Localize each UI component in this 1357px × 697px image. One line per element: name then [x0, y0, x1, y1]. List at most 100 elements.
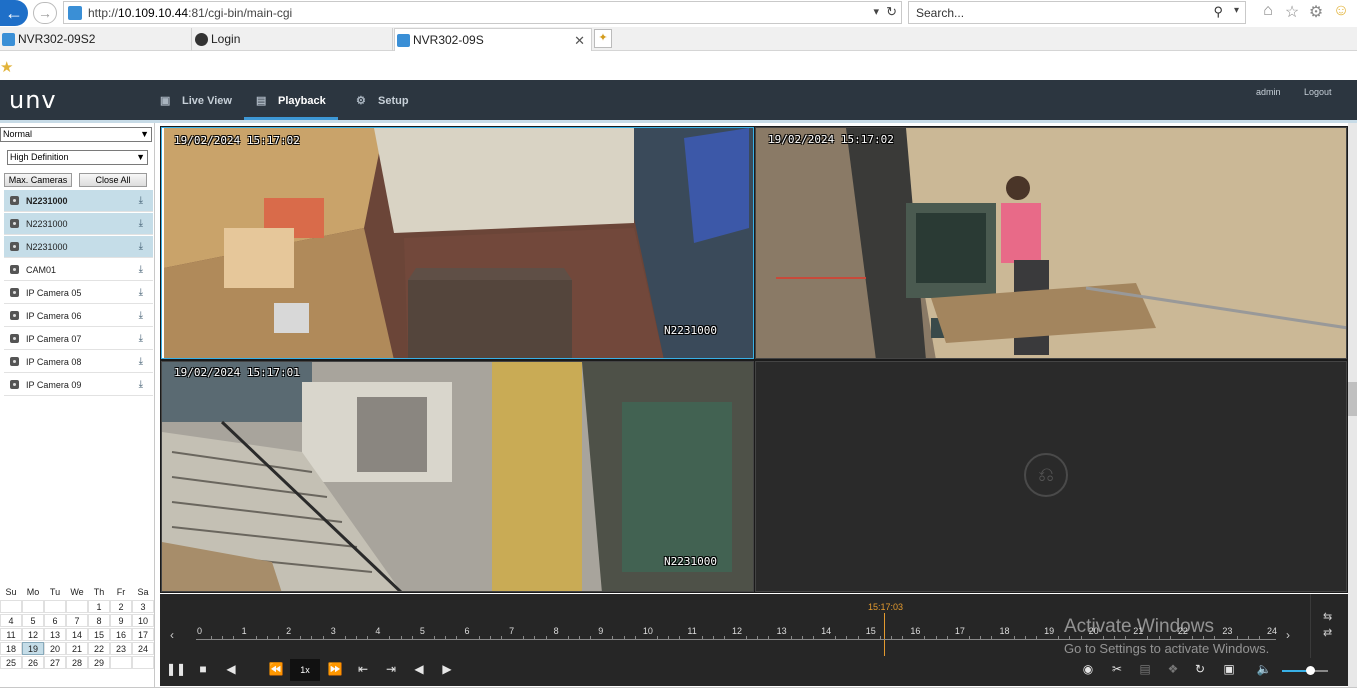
camera-list-item[interactable]: IP Camera 05 ⤓ [4, 282, 153, 304]
stop-icon[interactable]: ■ [194, 662, 212, 676]
close-icon[interactable]: ✕ [574, 29, 585, 52]
timeline-next-icon[interactable]: › [1286, 628, 1290, 642]
calendar-day[interactable]: 11 [0, 628, 22, 641]
calendar-day[interactable]: 20 [44, 642, 66, 655]
camera-list-item[interactable]: IP Camera 07 ⤓ [4, 328, 153, 350]
fullscreen-icon[interactable]: ▣ [1220, 662, 1238, 676]
forward-button[interactable]: → [33, 2, 57, 24]
volume-slider[interactable] [1282, 670, 1328, 672]
zoom-in-icon[interactable]: ⇆ [1323, 610, 1332, 623]
video-tile-3[interactable]: 19/02/2024 15:17:01 N2231000 [161, 361, 754, 592]
nav-playback[interactable]: ▤ Playback [244, 80, 338, 120]
camera-list-item[interactable]: IP Camera 06 ⤓ [4, 305, 153, 327]
step-forward-frame-icon[interactable]: ▶ [438, 662, 456, 676]
calendar-day[interactable]: 15 [88, 628, 110, 641]
calendar-day[interactable]: 16 [110, 628, 132, 641]
search-dropdown-icon[interactable]: ▾ [1234, 5, 1239, 16]
pause-icon[interactable]: ❚❚ [166, 662, 186, 676]
download-icon[interactable]: ⤓ [139, 195, 143, 206]
camera-list-item[interactable]: IP Camera 09 ⤓ [4, 374, 153, 396]
calendar-day[interactable]: 10 [132, 614, 154, 627]
clip-scissors-icon[interactable]: ✂ [1108, 662, 1126, 676]
sync-playback-icon[interactable]: ↻ [1191, 662, 1209, 676]
camera-list-item[interactable]: N2231000 ⤓ [4, 236, 153, 258]
playback-mode-select[interactable]: Normal ▼ [0, 127, 152, 142]
calendar-day[interactable]: 7 [66, 614, 88, 627]
video-tile-4-empty[interactable]: ⎌ [755, 361, 1347, 592]
calendar-day[interactable]: 29 [88, 656, 110, 669]
logout-link[interactable]: Logout [1304, 87, 1332, 97]
save-disk-icon[interactable]: ▤ [1136, 662, 1154, 676]
smiley-feedback-icon[interactable]: ☺ [1331, 2, 1351, 20]
calendar-day[interactable]: 25 [0, 656, 22, 669]
download-icon[interactable]: ⤓ [139, 310, 143, 321]
close-all-button[interactable]: Close All [79, 173, 147, 187]
add-favorite-icon[interactable]: ★ [0, 58, 13, 76]
download-icon[interactable]: ⤓ [139, 333, 143, 344]
skip-back-30s-icon[interactable]: ⇤ [354, 662, 372, 676]
calendar-day[interactable]: 22 [88, 642, 110, 655]
timeline-cursor[interactable] [884, 613, 885, 656]
calendar-day[interactable]: 27 [44, 656, 66, 669]
calendar-day[interactable]: 1 [88, 600, 110, 613]
calendar-day[interactable]: 6 [44, 614, 66, 627]
camera-list-item[interactable]: CAM01 ⤓ [4, 259, 153, 281]
download-icon[interactable]: ⤓ [139, 379, 143, 390]
tab-nvr302-09s2[interactable]: NVR302-09S2 [0, 28, 192, 51]
camera-list-item[interactable]: IP Camera 08 ⤓ [4, 351, 153, 373]
calendar-day[interactable]: 24 [132, 642, 154, 655]
video-tile-2[interactable]: 19/02/2024 15:17:02 [755, 127, 1347, 359]
slow-down-icon[interactable]: ⏪ [267, 662, 285, 676]
refresh-icon[interactable]: ↻ [886, 4, 897, 20]
search-icon[interactable]: ⚲ [1213, 4, 1223, 20]
back-button[interactable]: ← [0, 0, 28, 26]
download-icon[interactable]: ⤓ [139, 356, 143, 367]
settings-gear-icon[interactable]: ⚙ [1306, 2, 1326, 22]
skip-forward-30s-icon[interactable]: ⇥ [382, 662, 400, 676]
scrollbar-thumb[interactable] [1348, 382, 1357, 416]
tab-login[interactable]: Login [193, 28, 393, 51]
nav-live-view[interactable]: ▣ Live View [160, 80, 232, 120]
url-field[interactable]: http://10.109.10.44:81/cgi-bin/main-cgi … [63, 1, 902, 24]
calendar-day[interactable]: 17 [132, 628, 154, 641]
play-reverse-icon[interactable]: ◀ [222, 662, 240, 676]
video-tile-1[interactable]: 19/02/2024 15:17:02 N2231000 [161, 127, 754, 359]
download-icon[interactable]: ⤓ [139, 264, 143, 275]
calendar-day[interactable]: 2 [110, 600, 132, 613]
snapshot-camera-icon[interactable]: ◉ [1079, 662, 1097, 676]
calendar-day[interactable]: 4 [0, 614, 22, 627]
camera-list-item[interactable]: N2231000 ⤓ [4, 190, 153, 212]
favorites-star-icon[interactable]: ☆ [1282, 2, 1302, 22]
home-icon[interactable]: ⌂ [1258, 2, 1278, 20]
timeline-prev-icon[interactable]: ‹ [170, 628, 174, 642]
calendar-day[interactable]: 14 [66, 628, 88, 641]
calendar-day[interactable]: 21 [66, 642, 88, 655]
download-icon[interactable]: ⤓ [139, 218, 143, 229]
calendar-day[interactable]: 13 [44, 628, 66, 641]
volume-knob[interactable] [1306, 666, 1315, 675]
max-cameras-button[interactable]: Max. Cameras [4, 173, 72, 187]
calendar-day[interactable]: 8 [88, 614, 110, 627]
download-icon[interactable]: ⤓ [139, 241, 143, 252]
calendar-day[interactable]: 26 [22, 656, 44, 669]
speed-up-icon[interactable]: ⏩ [326, 662, 344, 676]
camera-list-item[interactable]: N2231000 ⤓ [4, 213, 153, 235]
zoom-out-icon[interactable]: ⇄ [1323, 626, 1332, 639]
calendar-day[interactable]: 23 [110, 642, 132, 655]
calendar-day[interactable]: 5 [22, 614, 44, 627]
digital-zoom-icon[interactable]: ❖ [1164, 662, 1182, 676]
calendar-day[interactable]: 9 [110, 614, 132, 627]
calendar-day[interactable]: 18 [0, 642, 22, 655]
calendar-day[interactable]: 3 [132, 600, 154, 613]
volume-icon[interactable]: 🔈 [1255, 662, 1273, 676]
calendar-day[interactable]: 19 [22, 642, 44, 655]
calendar-day[interactable]: 12 [22, 628, 44, 641]
url-dropdown-icon[interactable]: ▾ [873, 5, 879, 18]
stream-select[interactable]: High Definition ▼ [7, 150, 148, 165]
download-icon[interactable]: ⤓ [139, 287, 143, 298]
new-tab-button[interactable]: ✦ [594, 29, 612, 48]
calendar-day[interactable]: 28 [66, 656, 88, 669]
nav-setup[interactable]: ⚙ Setup [356, 80, 409, 120]
tab-nvr302-09s[interactable]: NVR302-09S ✕ [394, 28, 592, 51]
search-input[interactable]: Search... ⚲ ▾ [908, 1, 1246, 24]
